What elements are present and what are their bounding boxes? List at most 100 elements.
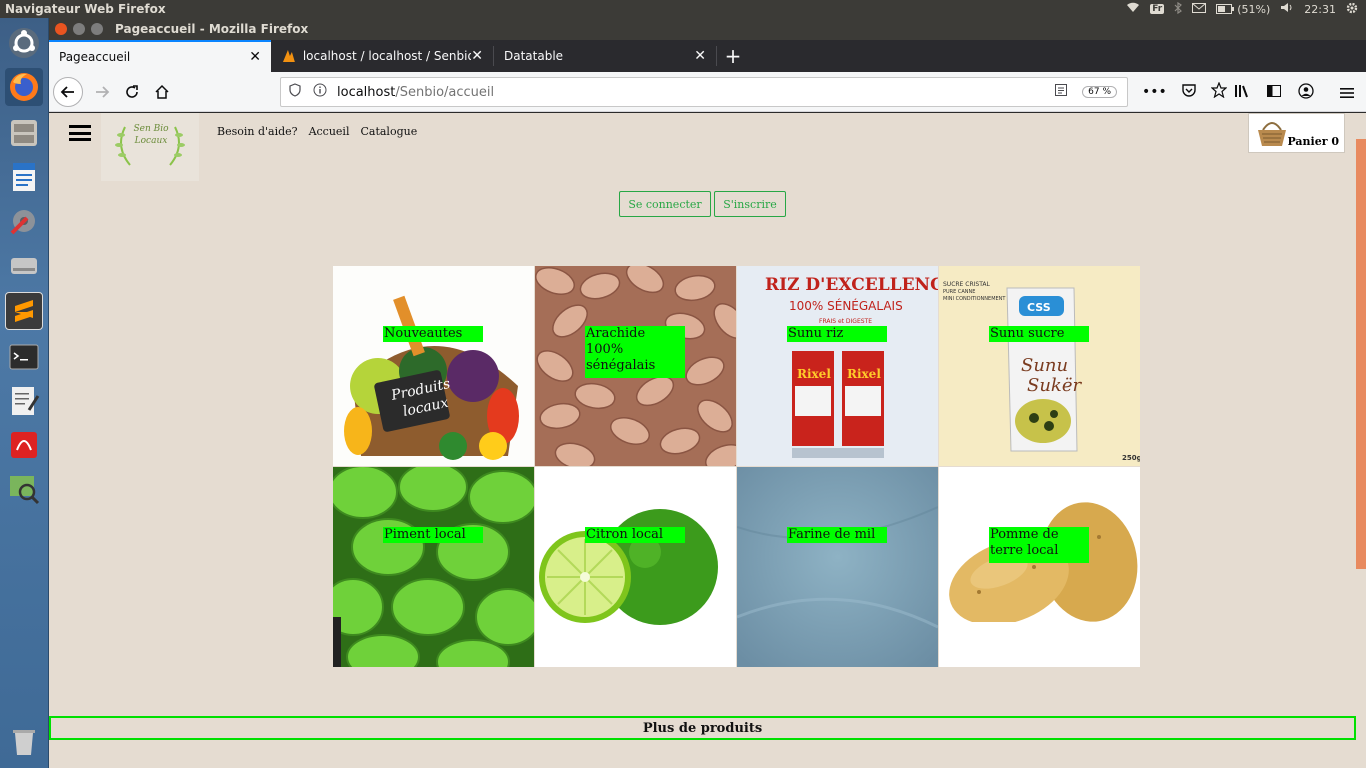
product-label: Nouveautes [383,326,483,342]
reader-view-icon[interactable] [1054,83,1068,101]
trash-icon [13,730,35,755]
svg-text:SUCRE CRISTAL: SUCRE CRISTAL [943,281,990,288]
firefox-icon [10,73,38,101]
product-label: Pomme de terre local [989,527,1089,563]
nav-link-catalogue[interactable]: Catalogue [360,125,417,138]
launcher-settings[interactable] [5,202,43,240]
battery-indicator[interactable]: (51%) [1216,3,1270,16]
tab-label: Pageaccueil [59,50,131,64]
millet-flour-image [737,467,938,667]
page-actions-icon[interactable]: ••• [1142,84,1167,100]
launcher-trash[interactable] [5,722,43,760]
back-button[interactable] [53,76,83,107]
hamburger-menu-icon[interactable] [1340,84,1354,103]
launcher-pdf-viewer[interactable] [5,426,43,464]
window-title: Pageaccueil - Mozilla Firefox [115,22,309,36]
library-icon[interactable] [1234,83,1250,103]
site-nav: Besoin d'aide? Accueil Catalogue [217,125,417,138]
tracking-shield-icon[interactable] [289,83,301,101]
login-button[interactable]: Se connecter [619,191,711,217]
launcher-files[interactable] [5,114,43,152]
url-bar[interactable]: localhost/Senbio/accueil 67 % [280,77,1128,107]
launcher-text-editor[interactable] [5,382,43,420]
product-card-citron[interactable]: Citron local [535,467,736,667]
scrollbar-thumb[interactable] [1356,139,1366,569]
settings-gear-icon[interactable] [1346,2,1358,17]
site-info-icon[interactable] [313,83,327,101]
svg-text:RIZ D'EXCELLENCE: RIZ D'EXCELLENCE [765,275,938,295]
window-close-button[interactable] [55,23,67,35]
signup-button[interactable]: S'inscrire [714,191,786,217]
volume-icon[interactable] [1280,2,1294,16]
logo-text: Sen Bio Locaux [133,124,169,146]
close-tab-icon[interactable]: ✕ [249,49,261,65]
tab-strip: Pageaccueil ✕ localhost / localhost / Se… [49,40,1366,72]
tab-datatable[interactable]: Datatable ✕ [494,40,716,72]
launcher-firefox[interactable] [5,68,43,106]
svg-text:100% SÉNÉGALAIS: 100% SÉNÉGALAIS [789,298,903,313]
wrench-settings-icon [10,210,35,235]
launcher-dash-button[interactable] [5,24,43,62]
product-card-sunu-riz[interactable]: RIZ D'EXCELLENCE 100% SÉNÉGALAIS FRAIS e… [737,266,938,466]
nav-link-home[interactable]: Accueil [309,125,350,138]
product-label: Piment local [383,527,483,543]
page-viewport: Sen Bio Locaux Besoin d'aide? Accueil Ca… [49,113,1366,768]
cart-label: Panier 0 [1287,135,1339,148]
url-text: localhost/Senbio/accueil [337,85,494,100]
launcher-sublime-text[interactable] [5,292,43,330]
bluetooth-icon[interactable] [1174,1,1183,17]
window-maximize-button[interactable] [91,23,103,35]
nav-link-help[interactable]: Besoin d'aide? [217,125,298,138]
home-button[interactable] [147,77,177,107]
mail-icon[interactable] [1192,2,1207,16]
launcher-image-viewer[interactable] [5,470,43,508]
product-card-nouveautes[interactable]: Produits locaux Nouveautes [333,266,534,466]
svg-text:Sunu: Sunu [1021,355,1068,376]
product-card-pomme-de-terre[interactable]: Pomme de terre local [939,467,1140,667]
product-card-piment[interactable]: Piment local [333,467,534,667]
svg-text:Rixel: Rixel [797,367,831,381]
svg-text:CSS: CSS [1027,301,1051,314]
close-tab-icon[interactable]: ✕ [694,48,706,64]
wifi-icon[interactable] [1126,2,1140,16]
product-card-sunu-sucre[interactable]: SUCRE CRISTAL PURE CANNE MINI CONDITIONN… [939,266,1140,466]
zoom-level-badge[interactable]: 67 % [1082,86,1117,98]
launcher-writer[interactable] [5,158,43,196]
hard-drive-icon [11,258,37,274]
svg-text:FRAIS et DIGESTE: FRAIS et DIGESTE [819,318,872,325]
terminal-icon [9,344,39,370]
more-products-button[interactable]: Plus de produits [49,716,1356,740]
svg-text:Sukër: Sukër [1027,375,1082,396]
sublime-text-icon [15,300,33,322]
window-minimize-button[interactable] [73,23,85,35]
url-path: /Senbio/accueil [395,84,495,100]
magnifier-image-icon [10,476,40,505]
bookmark-star-icon[interactable] [1210,81,1228,102]
launcher-terminal[interactable] [5,338,43,376]
reload-button[interactable] [117,77,147,107]
site-logo[interactable]: Sen Bio Locaux [101,113,199,181]
tab-phpmyadmin[interactable]: localhost / localhost / Senbio / U ✕ [271,40,493,72]
launcher-drive[interactable] [5,246,43,284]
sidebar-toggle-icon[interactable] [1266,83,1282,103]
keyboard-layout-indicator[interactable]: Fr [1150,4,1165,14]
product-card-arachide[interactable]: Arachide 100% sénégalais [535,266,736,466]
close-tab-icon[interactable]: ✕ [471,48,483,64]
tab-pageaccueil[interactable]: Pageaccueil ✕ [49,40,271,72]
product-card-farine-mil[interactable]: Farine de mil [737,467,938,667]
new-tab-button[interactable]: + [717,40,749,72]
sugar-pack-image: SUCRE CRISTAL PURE CANNE MINI CONDITIONN… [939,266,1140,466]
svg-text:PURE CANNE: PURE CANNE [943,289,975,295]
url-host: localhost [337,84,396,100]
clock[interactable]: 22:31 [1304,3,1336,16]
site-menu-icon[interactable] [69,125,91,141]
writer-document-icon [13,163,35,191]
pocket-icon[interactable] [1181,82,1197,102]
svg-text:MINI CONDITIONNEMENT: MINI CONDITIONNEMENT [943,296,1006,302]
forward-button[interactable] [87,77,117,107]
svg-text:250g: 250g [1122,454,1140,462]
pdf-viewer-icon [11,432,37,458]
account-icon[interactable] [1298,83,1314,103]
cart-button[interactable]: Panier 0 [1248,113,1345,153]
product-grid: Produits locaux Nouveautes Arachide 100%… [333,266,1140,667]
